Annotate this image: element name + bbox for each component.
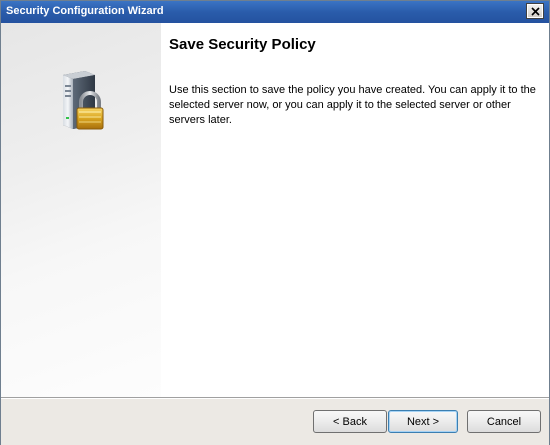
close-button[interactable] [526,3,544,19]
page-title: Save Security Policy [169,36,316,53]
window-title: Security Configuration Wizard [6,5,164,17]
wizard-side-panel [1,23,161,397]
back-button[interactable]: < Back [313,410,387,433]
wizard-footer: < Back Next > Cancel [1,399,549,445]
page-description: Use this section to save the policy you … [169,84,536,126]
wizard-window: Security Configuration Wizard Save Secur… [0,0,550,445]
wizard-content: Save Security Policy Use this section to… [161,23,549,397]
close-icon [531,7,540,16]
next-button[interactable]: Next > [388,410,458,433]
cancel-button[interactable]: Cancel [467,410,541,433]
title-bar[interactable]: Security Configuration Wizard [1,1,549,23]
server-lock-icon [55,69,107,133]
